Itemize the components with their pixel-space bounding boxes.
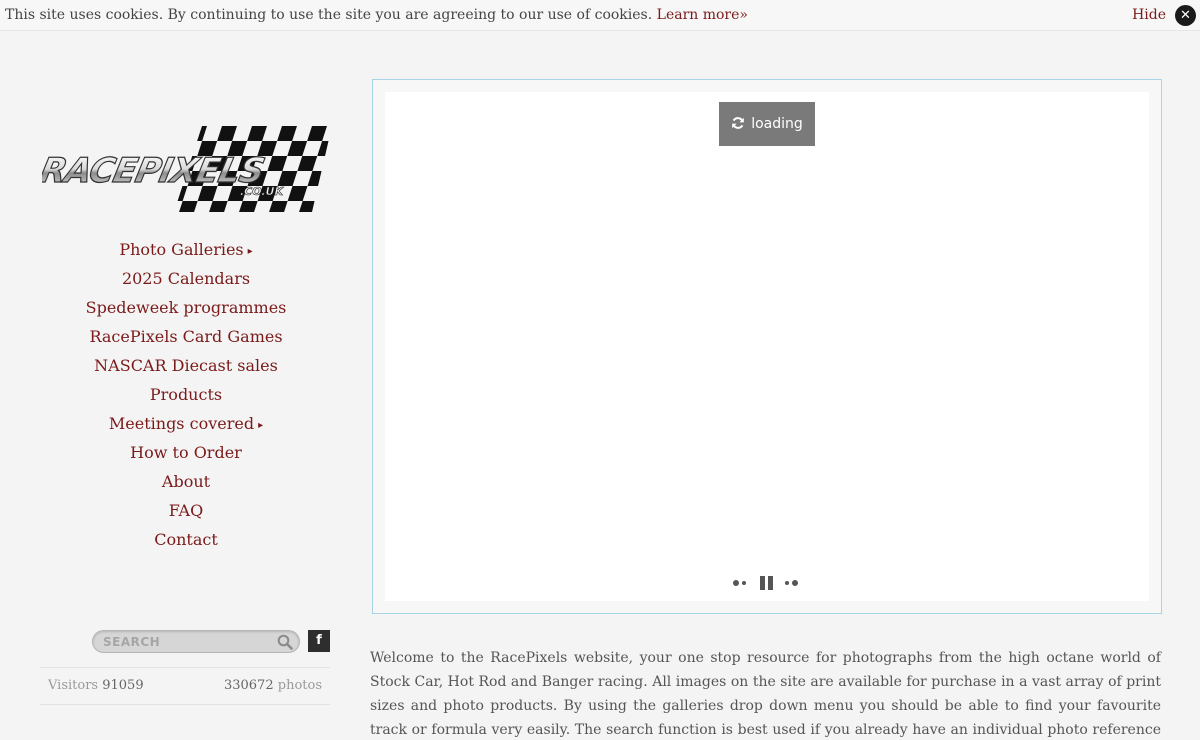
submenu-arrow-icon: ▸: [247, 246, 253, 257]
visitor-counter: Visitors 91059: [48, 668, 144, 704]
slideshow: loading: [372, 79, 1162, 614]
pause-icon[interactable]: [760, 576, 774, 590]
nav-spedeweek-programmes[interactable]: Spedeweek programmes: [40, 293, 332, 322]
logo-text: RACEPIXELS: [42, 151, 267, 191]
nav-about[interactable]: About: [40, 467, 332, 496]
nav-products[interactable]: Products: [40, 380, 332, 409]
facebook-icon[interactable]: f: [308, 630, 330, 652]
photos-label: photos: [277, 678, 322, 693]
submenu-arrow-icon: ▸: [258, 420, 264, 431]
search-row: f: [92, 630, 330, 654]
search-input[interactable]: [103, 633, 273, 651]
slide-area[interactable]: loading: [385, 92, 1149, 601]
main-nav: Photo Galleries ▸ 2025 Calendars Spedewee…: [40, 235, 332, 554]
previous-icon[interactable]: [733, 576, 749, 590]
cookie-bar: This site uses cookies. By continuing to…: [0, 0, 1200, 31]
nav-label: Photo Galleries: [119, 240, 244, 259]
intro-paragraph: Welcome to the RacePixels website, your …: [370, 650, 1161, 738]
visitors-count: 91059: [102, 678, 144, 693]
refresh-icon: [732, 117, 745, 129]
nav-2025-calendars[interactable]: 2025 Calendars: [40, 264, 332, 293]
hide-cookie-link[interactable]: Hide: [1132, 0, 1166, 30]
nav-nascar-diecast[interactable]: NASCAR Diecast sales: [40, 351, 332, 380]
cookie-message-line: This site uses cookies. By continuing to…: [5, 0, 748, 30]
loading-label: loading: [751, 116, 803, 132]
photo-counter: 330672 photos: [224, 668, 322, 704]
search-box: [92, 630, 300, 653]
visitors-label: Visitors: [48, 678, 99, 693]
learn-more-link[interactable]: Learn more»: [657, 7, 748, 23]
site-stats: Visitors 91059 330672 photos: [40, 667, 330, 705]
racepixels-logo[interactable]: RACEPIXELS .CO.UK: [42, 126, 332, 212]
nav-card-games[interactable]: RacePixels Card Games: [40, 322, 332, 351]
nav-meetings-covered[interactable]: Meetings covered ▸: [40, 409, 332, 438]
nav-label: Meetings covered: [108, 414, 255, 433]
next-icon[interactable]: [785, 576, 801, 590]
search-icon[interactable]: [277, 634, 293, 650]
slideshow-controls: [733, 576, 803, 590]
logo-domain: .CO.UK: [240, 185, 284, 198]
loading-indicator: loading: [719, 102, 815, 146]
close-icon[interactable]: ✕: [1175, 5, 1196, 26]
photos-count: 330672: [223, 678, 274, 693]
nav-faq[interactable]: FAQ: [40, 496, 332, 525]
cookie-message: This site uses cookies. By continuing to…: [5, 7, 653, 23]
nav-contact[interactable]: Contact: [40, 525, 332, 554]
nav-photo-galleries[interactable]: Photo Galleries ▸: [40, 235, 332, 264]
nav-how-to-order[interactable]: How to Order: [40, 438, 332, 467]
